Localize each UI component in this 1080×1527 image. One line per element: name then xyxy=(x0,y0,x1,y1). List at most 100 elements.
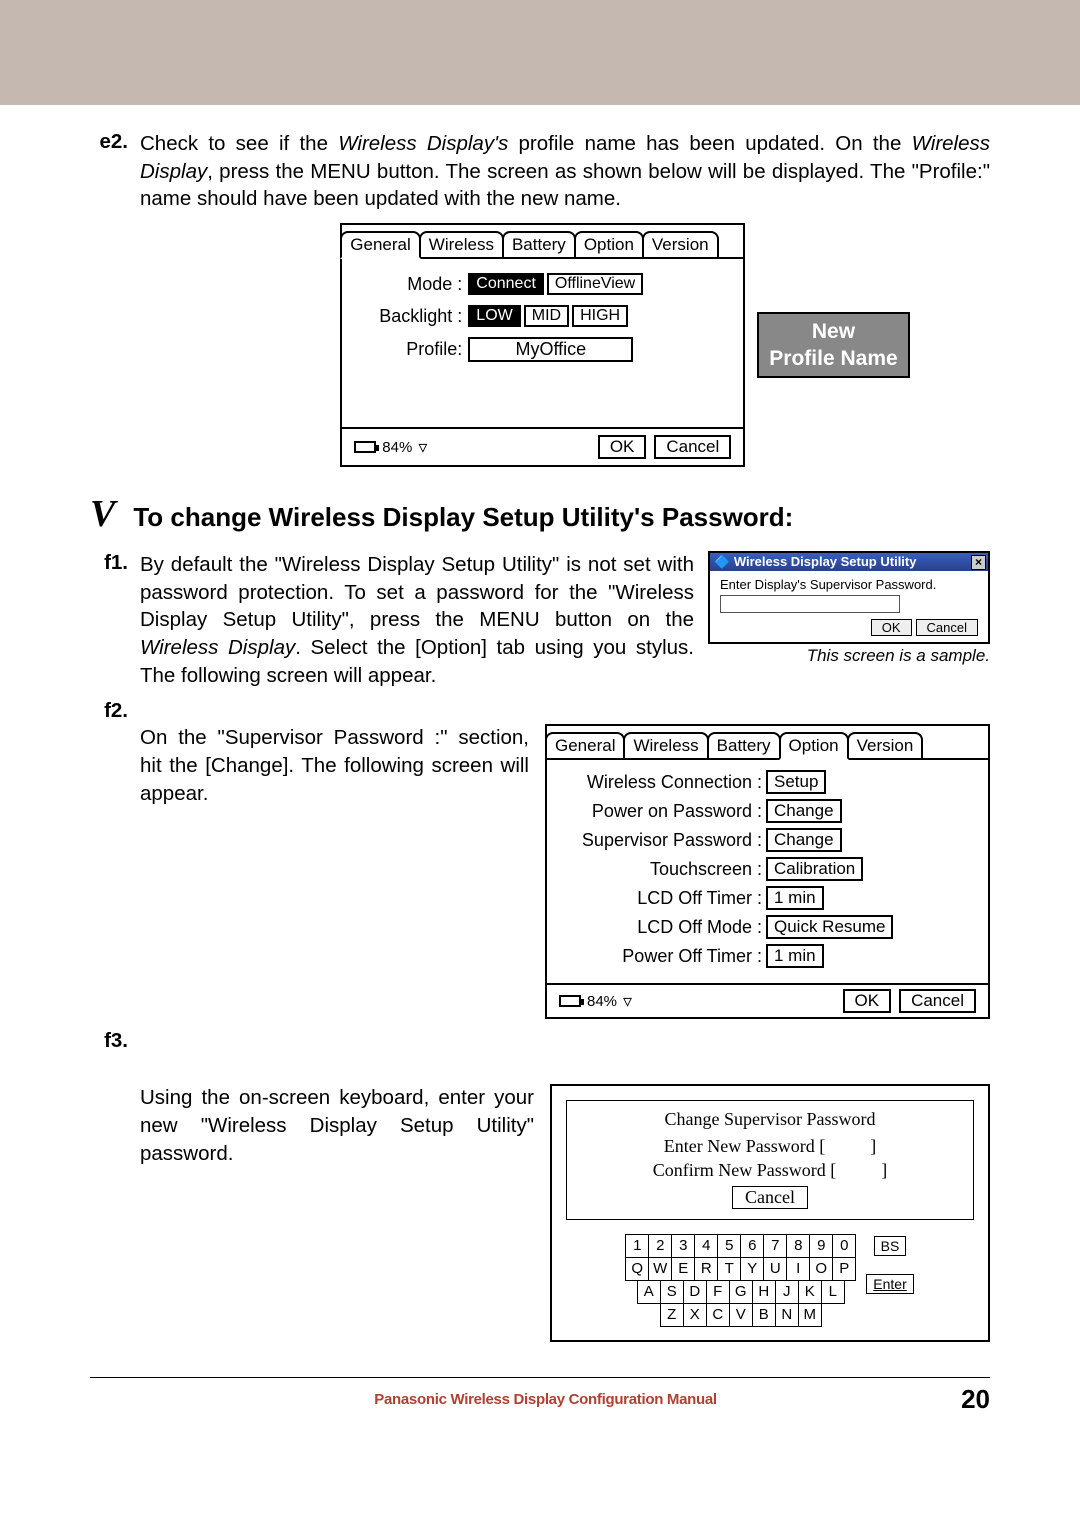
key-8[interactable]: 8 xyxy=(786,1234,810,1258)
supervisor-password-dialog: 🔷 Wireless Display Setup Utility × Enter… xyxy=(708,551,990,644)
mode-connect[interactable]: Connect xyxy=(468,273,544,295)
option-tabs: General Wireless Battery Option Version xyxy=(547,726,988,760)
key-s[interactable]: S xyxy=(660,1280,684,1304)
sample-note: This screen is a sample. xyxy=(708,646,990,666)
opt-lcd-off-timer-val[interactable]: 1 min xyxy=(766,886,824,910)
key-g[interactable]: G xyxy=(729,1280,753,1304)
figure-general-screen-row: General Wireless Battery Option Version … xyxy=(260,223,990,467)
step-f1: f1. By default the "Wireless Display Set… xyxy=(90,551,990,689)
key-2[interactable]: 2 xyxy=(648,1234,672,1258)
keyboard-keys: 1234567890 QWERTYUIOP ASDFGHJKL ZXCVBNM xyxy=(626,1234,856,1326)
step-f3-label: f3. xyxy=(90,1029,140,1342)
key-y[interactable]: Y xyxy=(740,1257,764,1281)
tab-general-2[interactable]: General xyxy=(545,732,625,758)
close-icon[interactable]: × xyxy=(971,555,986,570)
step-e2-text: Check to see if the Wireless Display's p… xyxy=(140,130,990,213)
tab-option-2[interactable]: Option xyxy=(779,732,849,760)
key-l[interactable]: L xyxy=(821,1280,845,1304)
opt-touchscreen-label: Touchscreen : xyxy=(561,859,766,880)
key-enter[interactable]: Enter xyxy=(866,1274,913,1294)
section-letter: V xyxy=(90,492,115,536)
tab-version-2[interactable]: Version xyxy=(847,732,924,758)
opt-poweron-pw-label: Power on Password : xyxy=(561,801,766,822)
dialog-prompt: Enter Display's Supervisor Password. xyxy=(720,577,978,592)
kb-cancel-button[interactable]: Cancel xyxy=(732,1186,808,1209)
backlight-high[interactable]: HIGH xyxy=(572,305,628,327)
key-k[interactable]: K xyxy=(798,1280,822,1304)
opt-lcd-off-mode-val[interactable]: Quick Resume xyxy=(766,915,893,939)
dialog-ok-button[interactable]: OK xyxy=(871,619,912,636)
opt-supervisor-pw-btn[interactable]: Change xyxy=(766,828,842,852)
battery-status-2: 84% ▿ xyxy=(559,991,632,1012)
tab-wireless[interactable]: Wireless xyxy=(419,231,504,257)
key-t[interactable]: T xyxy=(717,1257,741,1281)
key-q[interactable]: Q xyxy=(625,1257,649,1281)
backlight-mid[interactable]: MID xyxy=(524,305,569,327)
backlight-label: Backlight : xyxy=(358,306,468,327)
top-banner xyxy=(0,0,1080,105)
key-6[interactable]: 6 xyxy=(740,1234,764,1258)
option-cancel-button[interactable]: Cancel xyxy=(899,989,976,1013)
key-e[interactable]: E xyxy=(671,1257,695,1281)
key-o[interactable]: O xyxy=(809,1257,833,1281)
key-3[interactable]: 3 xyxy=(671,1234,695,1258)
key-9[interactable]: 9 xyxy=(809,1234,833,1258)
battery-icon-2 xyxy=(559,995,581,1007)
key-7[interactable]: 7 xyxy=(763,1234,787,1258)
key-c[interactable]: C xyxy=(706,1303,730,1327)
key-w[interactable]: W xyxy=(648,1257,672,1281)
opt-supervisor-pw-label: Supervisor Password : xyxy=(561,830,766,851)
key-u[interactable]: U xyxy=(763,1257,787,1281)
tab-wireless-2[interactable]: Wireless xyxy=(623,732,708,758)
key-5[interactable]: 5 xyxy=(717,1234,741,1258)
key-x[interactable]: X xyxy=(683,1303,707,1327)
dialog-title: 🔷 Wireless Display Setup Utility xyxy=(714,554,916,570)
key-i[interactable]: I xyxy=(786,1257,810,1281)
callout-new-profile-name: New Profile Name xyxy=(757,312,909,379)
key-m[interactable]: M xyxy=(798,1303,822,1327)
key-d[interactable]: D xyxy=(683,1280,707,1304)
tab-battery[interactable]: Battery xyxy=(502,231,576,257)
key-z[interactable]: Z xyxy=(660,1303,684,1327)
keyboard-dialog: Change Supervisor Password Enter New Pas… xyxy=(550,1084,990,1342)
key-0[interactable]: 0 xyxy=(832,1234,856,1258)
key-1[interactable]: 1 xyxy=(625,1234,649,1258)
wifi-icon: ▿ xyxy=(418,437,427,458)
opt-touchscreen-btn[interactable]: Calibration xyxy=(766,857,863,881)
mode-offlineview[interactable]: OfflineView xyxy=(547,273,643,295)
key-b[interactable]: B xyxy=(752,1303,776,1327)
step-f3-text: Using the on-screen keyboard, enter your… xyxy=(140,1084,534,1342)
key-r[interactable]: R xyxy=(694,1257,718,1281)
tab-battery-2[interactable]: Battery xyxy=(707,732,781,758)
opt-wireless-conn-btn[interactable]: Setup xyxy=(766,770,826,794)
opt-poweron-pw-btn[interactable]: Change xyxy=(766,799,842,823)
key-bs[interactable]: BS xyxy=(874,1236,907,1256)
opt-power-off-timer-val[interactable]: 1 min xyxy=(766,944,824,968)
password-input[interactable] xyxy=(720,595,900,613)
section-title: To change Wireless Display Setup Utility… xyxy=(133,502,793,533)
key-n[interactable]: N xyxy=(775,1303,799,1327)
enter-new-password-row: Enter New Password [ ] xyxy=(589,1136,951,1157)
step-f3: f3. Using the on-screen keyboard, enter … xyxy=(90,1029,990,1342)
key-4[interactable]: 4 xyxy=(694,1234,718,1258)
cancel-button[interactable]: Cancel xyxy=(654,435,731,459)
key-f[interactable]: F xyxy=(706,1280,730,1304)
key-v[interactable]: V xyxy=(729,1303,753,1327)
footer-text: Panasonic Wireless Display Configuration… xyxy=(130,1391,961,1408)
dialog-wrapper: 🔷 Wireless Display Setup Utility × Enter… xyxy=(708,551,990,689)
dialog-cancel-button[interactable]: Cancel xyxy=(916,619,978,636)
option-ok-button[interactable]: OK xyxy=(843,989,892,1013)
key-a[interactable]: A xyxy=(637,1280,661,1304)
ok-button[interactable]: OK xyxy=(598,435,647,459)
step-e2: e2. Check to see if the Wireless Display… xyxy=(90,130,990,213)
tab-option[interactable]: Option xyxy=(574,231,644,257)
profile-input[interactable]: MyOffice xyxy=(468,337,633,362)
general-screen: General Wireless Battery Option Version … xyxy=(340,223,745,467)
key-h[interactable]: H xyxy=(752,1280,776,1304)
key-p[interactable]: P xyxy=(832,1257,856,1281)
backlight-low[interactable]: LOW xyxy=(468,305,520,327)
opt-lcd-off-mode-label: LCD Off Mode : xyxy=(561,917,766,938)
tab-general[interactable]: General xyxy=(340,231,420,259)
tab-version[interactable]: Version xyxy=(642,231,719,257)
key-j[interactable]: J xyxy=(775,1280,799,1304)
